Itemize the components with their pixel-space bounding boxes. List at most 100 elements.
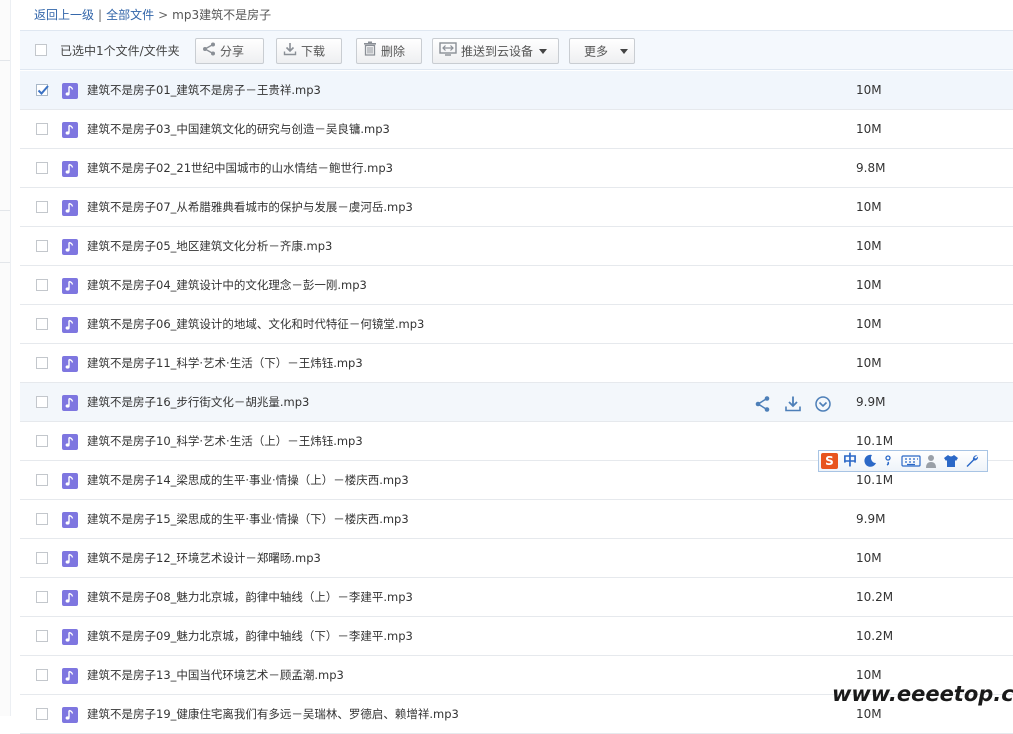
audio-file-icon: [62, 707, 78, 723]
file-row[interactable]: 建筑不是房子06_建筑设计的地域、文化和时代特征－何镜堂.mp3 10M: [20, 305, 1013, 344]
file-row[interactable]: 建筑不是房子04_建筑设计中的文化理念－彭一刚.mp3 10M: [20, 266, 1013, 305]
file-name[interactable]: 建筑不是房子02_21世纪中国城市的山水情结－鲍世行.mp3: [87, 160, 393, 176]
file-name[interactable]: 建筑不是房子09_魅力北京城，韵律中轴线（下）－李建平.mp3: [87, 628, 413, 644]
row-checkbox[interactable]: [36, 162, 48, 174]
moon-icon[interactable]: [863, 454, 879, 468]
file-name[interactable]: 建筑不是房子07_从希腊雅典看城市的保护与发展－虞河岳.mp3: [87, 199, 413, 215]
panel-divider: [0, 210, 10, 211]
user-icon[interactable]: [924, 454, 940, 468]
file-row[interactable]: 建筑不是房子05_地区建筑文化分析－齐康.mp3 10M: [20, 227, 1013, 266]
chevron-down-icon: [620, 49, 629, 54]
file-row[interactable]: 建筑不是房子15_梁思成的生平·事业·情操（下）－楼庆西.mp3 9.9M: [20, 500, 1013, 539]
keyboard-icon[interactable]: [901, 454, 921, 468]
file-toolbar: 已选中1个文件/文件夹 分享 下载 删除 推送到云设备 更多: [20, 30, 1013, 70]
audio-file-icon: [62, 395, 78, 411]
select-all-checkbox[interactable]: [35, 44, 47, 56]
more-options-icon[interactable]: [814, 395, 832, 413]
row-checkbox[interactable]: [36, 552, 48, 564]
back-link[interactable]: 返回上一级: [34, 8, 94, 22]
file-row[interactable]: 建筑不是房子16_步行街文化－胡兆量.mp3 9.9M: [20, 383, 1013, 422]
left-panel-edge: [0, 0, 11, 716]
row-checkbox[interactable]: [36, 630, 48, 642]
row-checkbox[interactable]: [36, 435, 48, 447]
breadcrumb: 返回上一级 | 全部文件 > mp3建筑不是房子: [34, 6, 271, 24]
delete-button[interactable]: 删除: [356, 38, 422, 64]
file-name[interactable]: 建筑不是房子13_中国当代环境艺术－顾孟潮.mp3: [87, 667, 344, 683]
row-checkbox[interactable]: [36, 279, 48, 291]
file-name[interactable]: 建筑不是房子14_梁思成的生平·事业·情操（上）－楼庆西.mp3: [87, 472, 409, 488]
file-name[interactable]: 建筑不是房子11_科学·艺术·生活（下）－王炜钰.mp3: [87, 355, 363, 371]
file-row[interactable]: 建筑不是房子07_从希腊雅典看城市的保护与发展－虞河岳.mp3 10M: [20, 188, 1013, 227]
row-checkbox[interactable]: [36, 318, 48, 330]
file-name[interactable]: 建筑不是房子01_建筑不是房子－王贵祥.mp3: [87, 82, 321, 98]
file-name[interactable]: 建筑不是房子10_科学·艺术·生活（上）－王炜钰.mp3: [87, 433, 363, 449]
breadcrumb-separator: >: [158, 8, 169, 22]
share-button[interactable]: 分享: [195, 38, 264, 64]
audio-file-icon: [62, 200, 78, 216]
row-checkbox[interactable]: [36, 84, 49, 96]
share-icon: [202, 40, 216, 64]
row-checkbox[interactable]: [36, 513, 48, 525]
file-name[interactable]: 建筑不是房子03_中国建筑文化的研究与创造－吴良镛.mp3: [87, 121, 390, 137]
audio-file-icon: [62, 161, 78, 177]
audio-file-icon: [62, 551, 78, 567]
file-name[interactable]: 建筑不是房子16_步行街文化－胡兆量.mp3: [87, 394, 309, 410]
panel-divider: [0, 60, 10, 61]
file-row[interactable]: 建筑不是房子09_魅力北京城，韵律中轴线（下）－李建平.mp3 10.2M: [20, 617, 1013, 656]
row-checkbox[interactable]: [36, 669, 48, 681]
punctuation-icon[interactable]: [883, 454, 899, 468]
wrench-icon[interactable]: [965, 454, 981, 468]
audio-file-icon: [62, 356, 78, 372]
download-button[interactable]: 下载: [276, 38, 342, 64]
file-name[interactable]: 建筑不是房子12_环境艺术设计－郑曙旸.mp3: [87, 550, 321, 566]
trash-icon: [363, 40, 377, 64]
file-name[interactable]: 建筑不是房子19_健康住宅离我们有多远－吴瑞林、罗德启、赖增祥.mp3: [87, 706, 459, 722]
audio-file-icon: [62, 629, 78, 645]
row-checkbox[interactable]: [36, 474, 48, 486]
file-row[interactable]: 建筑不是房子12_环境艺术设计－郑曙旸.mp3 10M: [20, 539, 1013, 578]
row-checkbox[interactable]: [36, 396, 48, 408]
more-label: 更多: [584, 44, 609, 59]
ime-mode-chinese[interactable]: 中: [843, 452, 857, 470]
share-icon[interactable]: [754, 395, 772, 413]
file-row[interactable]: 建筑不是房子01_建筑不是房子－王贵祥.mp3 10M: [20, 71, 1013, 110]
file-size: 10.2M: [856, 590, 894, 604]
download-icon: [283, 40, 297, 64]
breadcrumb-separator: |: [98, 8, 103, 22]
row-checkbox[interactable]: [36, 357, 48, 369]
file-name[interactable]: 建筑不是房子06_建筑设计的地域、文化和时代特征－何镜堂.mp3: [87, 316, 424, 332]
download-icon[interactable]: [784, 395, 802, 413]
file-size: 9.8M: [856, 161, 886, 175]
file-row[interactable]: 建筑不是房子11_科学·艺术·生活（下）－王炜钰.mp3 10M: [20, 344, 1013, 383]
all-files-link[interactable]: 全部文件: [106, 8, 154, 22]
site-watermark: www.eeeetop.com: [832, 682, 1013, 706]
panel-divider: [0, 262, 10, 263]
row-checkbox[interactable]: [36, 123, 48, 135]
row-checkbox[interactable]: [36, 708, 48, 720]
row-checkbox[interactable]: [36, 201, 48, 213]
push-to-device-button[interactable]: 推送到云设备: [432, 38, 559, 64]
file-row[interactable]: 建筑不是房子08_魅力北京城，韵律中轴线（上）－李建平.mp3 10.2M: [20, 578, 1013, 617]
delete-label: 删除: [381, 44, 406, 59]
audio-file-icon: [62, 473, 78, 489]
audio-file-icon: [62, 668, 78, 684]
file-size: 9.9M: [856, 512, 886, 526]
file-row[interactable]: 建筑不是房子02_21世纪中国城市的山水情结－鲍世行.mp3 9.8M: [20, 149, 1013, 188]
audio-file-icon: [62, 278, 78, 294]
file-size: 10M: [856, 83, 882, 97]
row-checkbox[interactable]: [36, 240, 48, 252]
skin-shirt-icon[interactable]: [943, 454, 959, 468]
file-name[interactable]: 建筑不是房子04_建筑设计中的文化理念－彭一刚.mp3: [87, 277, 367, 293]
device-push-icon: [439, 40, 457, 64]
more-button[interactable]: 更多: [569, 38, 635, 64]
file-size: 10M: [856, 239, 882, 253]
file-name[interactable]: 建筑不是房子05_地区建筑文化分析－齐康.mp3: [87, 238, 332, 254]
sogou-logo[interactable]: S: [821, 453, 838, 469]
download-label: 下载: [301, 44, 326, 59]
file-size: 10.1M: [856, 473, 894, 487]
push-label: 推送到云设备: [461, 44, 534, 59]
row-checkbox[interactable]: [36, 591, 48, 603]
file-row[interactable]: 建筑不是房子03_中国建筑文化的研究与创造－吴良镛.mp3 10M: [20, 110, 1013, 149]
file-name[interactable]: 建筑不是房子08_魅力北京城，韵律中轴线（上）－李建平.mp3: [87, 589, 413, 605]
file-name[interactable]: 建筑不是房子15_梁思成的生平·事业·情操（下）－楼庆西.mp3: [87, 511, 409, 527]
